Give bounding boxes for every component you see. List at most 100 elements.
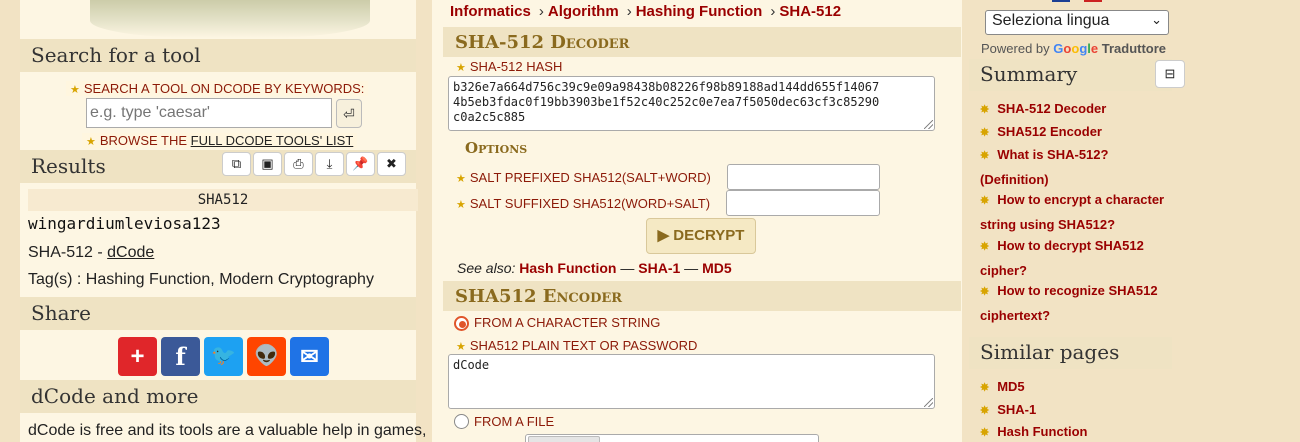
browse-prefix-text: BROWSE THE xyxy=(99,133,191,148)
facebook-share-button[interactable]: f xyxy=(161,337,200,376)
decrypt-button[interactable]: ▶ DECRYPT xyxy=(646,218,756,254)
search-tool-header: Search for a tool xyxy=(20,39,416,72)
collapse-summary-button[interactable]: ⊟ xyxy=(1155,60,1185,88)
summary-item-label: SHA-512 Decoder xyxy=(997,101,1107,116)
full-tools-list-link[interactable]: FULL DCODE TOOLS' LIST xyxy=(191,133,354,148)
plain-text-input[interactable]: dCode xyxy=(448,354,935,409)
star-icon: ★ xyxy=(456,62,466,74)
star-icon: ✸ xyxy=(980,427,990,439)
print-results-button[interactable]: ⎙ xyxy=(284,152,313,176)
flag-icon[interactable] xyxy=(1052,0,1070,2)
from-file-radio[interactable] xyxy=(454,414,469,429)
summary-item[interactable]: ✸ SHA512 Encoder xyxy=(980,120,1172,145)
similar-item-label: MD5 xyxy=(997,379,1025,394)
close-icon: ✖ xyxy=(386,156,397,171)
star-icon: ✸ xyxy=(980,150,990,162)
translate-link[interactable]: Traduttore xyxy=(1102,41,1166,56)
salt-prefixed-label-text: SALT PREFIXED SHA512(SALT+WORD) xyxy=(469,170,711,185)
result-tags: Tag(s) : Hashing Function, Modern Crypto… xyxy=(28,271,374,288)
hash-field-label: ★ SHA-512 HASH xyxy=(456,59,562,74)
main-content: Informatics › Algorithm › Hashing Function › S… xyxy=(432,0,962,442)
keyword-search-label-text: SEARCH A TOOL ON DCODE BY KEYWORDS: xyxy=(83,81,365,96)
similar-item-label: Hash Function xyxy=(997,424,1088,439)
facebook-icon: f xyxy=(175,342,186,371)
summary-item[interactable]: ✸ How to decrypt SHA512 cipher? xyxy=(980,234,1172,282)
salt-suffixed-input[interactable] xyxy=(726,190,880,216)
result-value[interactable]: wingardiumleviosa123 xyxy=(28,214,221,233)
similar-item-label: SHA-1 xyxy=(997,402,1037,417)
summary-item-label: SHA512 Encoder xyxy=(997,124,1102,139)
summary-header: Summary xyxy=(969,59,1172,91)
save-results-button[interactable]: ▣ xyxy=(253,152,282,176)
star-icon: ✸ xyxy=(980,104,990,116)
summary-item[interactable]: ✸ SHA-512 Decoder xyxy=(980,97,1172,122)
tool-search-input[interactable] xyxy=(86,98,332,128)
reddit-share-button[interactable]: 👽 xyxy=(247,337,286,376)
left-sidebar: Search for a tool ★ SEARCH A TOOL ON DCOD… xyxy=(20,0,426,442)
powered-by-google: Powered by Google Traduttore xyxy=(981,41,1166,56)
close-results-button[interactable]: ✖ xyxy=(377,152,406,176)
summary-item[interactable]: ✸ How to encrypt a character string using… xyxy=(980,188,1172,236)
star-icon: ✸ xyxy=(980,195,990,207)
addthis-share-button[interactable]: + xyxy=(118,337,157,376)
from-string-label: FROM A CHARACTER STRING xyxy=(474,315,661,330)
summary-item-label: What is SHA-512? (Definition) xyxy=(980,147,1109,187)
breadcrumb-informatics[interactable]: Informatics xyxy=(450,3,531,20)
email-share-button[interactable]: ✉ xyxy=(290,337,329,376)
file-chooser[interactable] xyxy=(525,434,819,442)
twitter-icon: 🐦 xyxy=(211,345,236,367)
salt-suffixed-label: ★ SALT SUFFIXED SHA512(WORD+SALT) xyxy=(456,196,710,211)
search-submit-button[interactable]: ⏎ xyxy=(336,99,362,128)
salt-prefixed-input[interactable] xyxy=(727,164,880,190)
options-title: Options xyxy=(465,139,528,157)
breadcrumb-algorithm[interactable]: Algorithm xyxy=(548,3,619,20)
dcode-logo-image xyxy=(90,0,370,38)
download-icon: ⤓ xyxy=(326,156,333,171)
star-icon: ✸ xyxy=(980,241,990,253)
from-string-radio[interactable] xyxy=(454,316,469,331)
reddit-icon: 👽 xyxy=(254,345,279,367)
twitter-share-button[interactable]: 🐦 xyxy=(204,337,243,376)
plus-icon: + xyxy=(130,343,145,370)
resize-handle-icon[interactable] xyxy=(924,398,933,407)
resize-handle-icon[interactable] xyxy=(924,120,933,129)
breadcrumb-hashing-function[interactable]: Hashing Function xyxy=(636,3,763,20)
similar-item[interactable]: ✸ Hash Function xyxy=(980,420,1172,442)
download-results-button[interactable]: ⤓ xyxy=(315,152,344,176)
copy-results-button[interactable]: ⧉ xyxy=(222,152,251,176)
result-source: SHA-512 - dCode xyxy=(28,244,154,262)
from-file-label: FROM A FILE xyxy=(474,414,555,429)
hash-input[interactable]: b326e7a664d756c39c9e09a98438b08226f98b89… xyxy=(448,76,935,131)
encoder-section-title: SHA512 Encoder xyxy=(443,281,961,311)
hash-field-label-text: SHA-512 HASH xyxy=(469,59,563,74)
results-header-text: Results xyxy=(31,154,106,178)
salt-suffixed-label-text: SALT SUFFIXED SHA512(WORD+SALT) xyxy=(469,196,711,211)
plain-text-label-text: SHA512 PLAIN TEXT OR PASSWORD xyxy=(469,338,698,353)
file-choose-button[interactable] xyxy=(528,436,600,442)
dcode-link[interactable]: dCode xyxy=(107,244,154,261)
chevron-down-icon: ⌄ xyxy=(1151,12,1162,27)
star-icon: ★ xyxy=(456,173,466,185)
plain-text-label: ★ SHA512 PLAIN TEXT OR PASSWORD xyxy=(456,338,697,353)
see-also: See also: Hash Function — SHA-1 — MD5 xyxy=(457,260,732,276)
decoder-section-title: SHA-512 Decoder xyxy=(443,27,961,57)
language-select[interactable]: Seleziona lingua ⌄ xyxy=(985,10,1169,35)
similar-item[interactable]: ✸ MD5 xyxy=(980,375,1172,400)
pin-results-button[interactable]: 📌 xyxy=(346,152,375,176)
flag-icon[interactable] xyxy=(1084,0,1102,2)
browse-tools-label: ★ BROWSE THE FULL DCODE TOOLS' LIST xyxy=(82,133,358,148)
breadcrumb-sha512[interactable]: SHA-512 xyxy=(779,3,841,20)
result-source-prefix: SHA-512 - xyxy=(28,244,108,261)
star-icon: ✸ xyxy=(980,286,990,298)
keyword-search-label: ★ SEARCH A TOOL ON DCODE BY KEYWORDS: xyxy=(66,81,369,96)
see-also-hash-function[interactable]: Hash Function xyxy=(519,260,616,276)
summary-item[interactable]: ✸ What is SHA-512? (Definition) xyxy=(980,143,1172,191)
star-icon: ★ xyxy=(456,199,466,211)
summary-item[interactable]: ✸ How to recognize SHA512 ciphertext? xyxy=(980,279,1172,327)
see-also-sha1[interactable]: SHA-1 xyxy=(638,260,680,276)
pin-icon: 📌 xyxy=(352,156,369,171)
star-icon: ✸ xyxy=(980,382,990,394)
see-also-md5[interactable]: MD5 xyxy=(702,260,732,276)
see-also-prefix: See also: xyxy=(457,260,520,276)
summary-item-label: How to encrypt a character string using … xyxy=(980,192,1165,232)
